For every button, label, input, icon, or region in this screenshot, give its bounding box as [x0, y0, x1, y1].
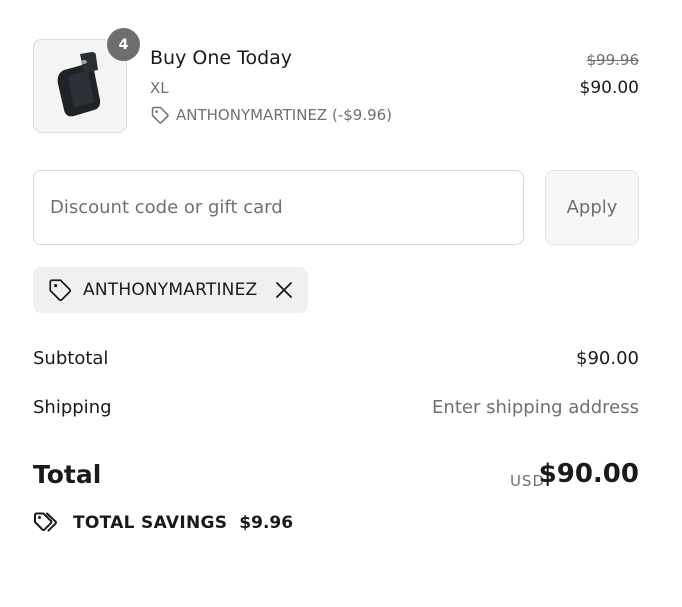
- product-variant: XL: [150, 79, 169, 97]
- product-title: Buy One Today: [150, 47, 293, 69]
- close-icon: [276, 282, 292, 298]
- apply-button[interactable]: Apply: [545, 170, 639, 245]
- total-savings-label: TOTAL SAVINGS: [73, 513, 228, 533]
- applied-discount-chip: ANTHONYMARTINEZ: [33, 267, 308, 313]
- total-savings: TOTAL SAVINGS $9.96: [33, 511, 293, 535]
- shipping-value: Enter shipping address: [432, 397, 639, 418]
- compare-at-price: $99.96: [586, 51, 640, 69]
- subtotal-label: Subtotal: [33, 348, 109, 369]
- tag-icon: [49, 279, 72, 302]
- tag-icon: [151, 106, 169, 124]
- total-label: Total: [33, 460, 102, 489]
- discount-code-input[interactable]: [33, 170, 524, 245]
- tags-icon: [34, 512, 57, 532]
- total-value: $90.00: [538, 459, 639, 489]
- line-item-discount: ANTHONYMARTINEZ (-$9.96): [150, 105, 392, 125]
- shipping-label: Shipping: [33, 397, 112, 418]
- line-item-discount-label: ANTHONYMARTINEZ (-$9.96): [176, 106, 393, 124]
- subtotal-value: $90.00: [576, 348, 639, 369]
- quantity-badge: 4: [107, 28, 140, 61]
- line-item-price: $90.00: [579, 78, 639, 98]
- total-savings-value: $9.96: [239, 513, 294, 533]
- applied-discount-code: ANTHONYMARTINEZ: [83, 280, 258, 300]
- remove-discount-button[interactable]: [274, 280, 294, 300]
